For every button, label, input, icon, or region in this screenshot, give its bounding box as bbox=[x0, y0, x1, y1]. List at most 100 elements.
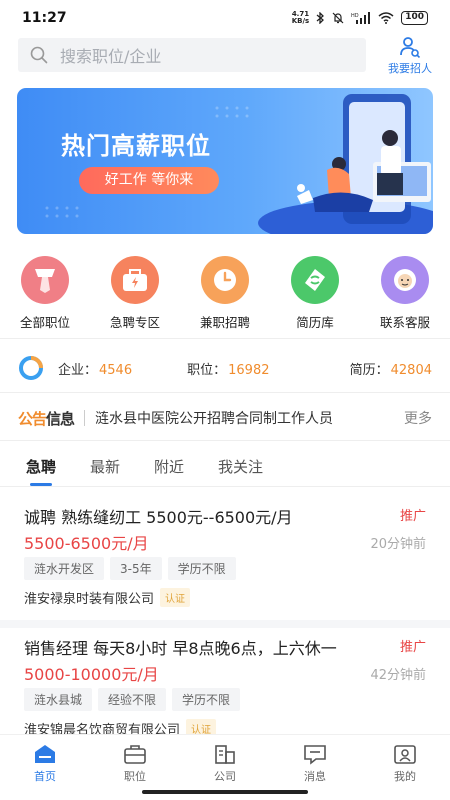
status-icons: 4.71 KB/s HD 100 bbox=[292, 11, 428, 25]
wifi-icon bbox=[378, 12, 394, 24]
nav-jobs[interactable]: 职位 bbox=[90, 735, 180, 784]
job-tags: 涟水县城 经验不限 学历不限 bbox=[24, 688, 241, 711]
quick-part-time[interactable]: 兼职招聘 bbox=[182, 256, 268, 336]
job-tag-location: 涟水县城 bbox=[24, 688, 93, 711]
search-icon bbox=[30, 46, 48, 64]
job-title: 诚聘 熟练缝纫工 5500元--6500元/月 bbox=[24, 508, 293, 527]
post-job-button[interactable]: 我要招人 bbox=[380, 36, 440, 76]
section-divider bbox=[0, 486, 450, 487]
home-indicator[interactable] bbox=[142, 790, 308, 794]
quick-resume-bank[interactable]: 简历库 bbox=[272, 256, 358, 336]
job-salary: 5000-10000元/月 bbox=[24, 665, 159, 684]
notice-badge-part1: 公告 bbox=[18, 409, 47, 428]
net-speed-unit: KB/s bbox=[291, 17, 310, 25]
bluetooth-icon bbox=[316, 12, 325, 24]
promo-banner[interactable]: 热门高薪职位 好工作 等你来 bbox=[17, 88, 433, 234]
stat-jobs: 职位： 16982 bbox=[187, 359, 269, 378]
job-post-time: 20分钟前 bbox=[370, 537, 426, 552]
nav-label: 职位 bbox=[124, 770, 146, 783]
section-divider bbox=[0, 338, 450, 339]
quick-label: 联系客服 bbox=[379, 315, 430, 330]
notice-badge-part2: 信息 bbox=[46, 409, 75, 428]
job-title: 销售经理 每天8小时 早8点晚6点，上六休一 bbox=[24, 639, 337, 658]
nav-label: 消息 bbox=[304, 770, 326, 783]
home-icon bbox=[35, 745, 55, 763]
stat-label: 简历： bbox=[349, 362, 389, 378]
stat-value: 16982 bbox=[228, 362, 270, 378]
job-company: 淮安禄泉时装有限公司 认证 bbox=[24, 588, 191, 607]
job-card[interactable]: 销售经理 每天8小时 早8点晚6点，上六休一 推广 5000-10000元/月 … bbox=[0, 619, 450, 751]
search-placeholder: 搜索职位/企业 bbox=[60, 47, 162, 66]
job-post-time: 42分钟前 bbox=[370, 668, 426, 683]
signal-icon: HD bbox=[351, 12, 371, 24]
quick-label: 简历库 bbox=[296, 315, 334, 330]
stat-resumes: 简历： 42804 bbox=[350, 359, 432, 378]
quick-label: 急聘专区 bbox=[109, 315, 160, 330]
nav-label: 我的 bbox=[394, 770, 416, 783]
nav-label: 公司 bbox=[214, 770, 236, 783]
nav-label: 首页 bbox=[34, 770, 56, 783]
job-tag-experience: 3-5年 bbox=[110, 557, 162, 580]
building-icon bbox=[215, 745, 235, 764]
briefcase-icon bbox=[124, 745, 146, 764]
message-icon bbox=[304, 745, 326, 765]
stat-value: 42804 bbox=[390, 362, 432, 378]
company-name: 淮安禄泉时装有限公司 bbox=[24, 592, 155, 607]
tab-latest[interactable]: 最新 bbox=[90, 456, 120, 477]
quick-all-jobs[interactable]: 全部职位 bbox=[2, 256, 88, 336]
notice-text[interactable]: 涟水县中医院公开招聘合同制工作人员 bbox=[95, 408, 373, 428]
search-input[interactable]: 搜索职位/企业 bbox=[18, 38, 366, 72]
post-job-label: 我要招人 bbox=[388, 62, 432, 75]
promoted-badge: 推广 bbox=[399, 509, 426, 524]
quick-customer-service[interactable]: 联系客服 bbox=[362, 256, 448, 336]
section-divider bbox=[0, 440, 450, 441]
stat-label: 职位： bbox=[187, 362, 227, 378]
notice-more-link[interactable]: 更多 bbox=[404, 408, 432, 428]
tab-urgent[interactable]: 急聘 bbox=[26, 456, 56, 486]
notice-separator bbox=[84, 410, 86, 426]
nav-home[interactable]: 首页 bbox=[0, 735, 90, 784]
job-card[interactable]: 诚聘 熟练缝纫工 5500元--6500元/月 推广 5500-6500元/月 … bbox=[0, 488, 450, 620]
quick-urgent[interactable]: 急聘专区 bbox=[92, 256, 178, 336]
nav-profile[interactable]: 我的 bbox=[360, 735, 450, 784]
nav-messages[interactable]: 消息 bbox=[270, 735, 360, 784]
stats-logo-icon bbox=[19, 356, 43, 380]
banner-subtitle: 好工作 等你来 bbox=[79, 167, 219, 194]
job-salary: 5500-6500元/月 bbox=[24, 534, 149, 553]
bag-icon bbox=[111, 256, 159, 304]
quick-entry-row: 全部职位 急聘专区 兼职招聘 简历库 联系客服 bbox=[0, 256, 450, 336]
banner-illustration bbox=[258, 94, 433, 234]
bottom-nav: 首页 职位 公司 消息 我的 bbox=[0, 734, 450, 784]
stat-label: 企业： bbox=[58, 362, 98, 378]
profile-icon bbox=[394, 745, 416, 764]
tab-following[interactable]: 我关注 bbox=[218, 456, 263, 477]
stat-companies: 企业： 4546 bbox=[58, 359, 132, 378]
svg-text:HD: HD bbox=[351, 13, 359, 19]
job-tags: 涟水开发区 3-5年 学历不限 bbox=[24, 557, 236, 580]
job-tag-location: 涟水开发区 bbox=[24, 557, 105, 580]
notice-bar[interactable]: 公告信息 涟水县中医院公开招聘合同制工作人员 更多 bbox=[0, 398, 450, 438]
network-speed: 4.71 KB/s bbox=[292, 11, 309, 25]
mute-bell-icon bbox=[332, 12, 344, 24]
tie-icon bbox=[21, 256, 69, 304]
nav-companies[interactable]: 公司 bbox=[180, 735, 270, 784]
status-bar: 11:27 4.71 KB/s HD 100 bbox=[0, 0, 450, 36]
job-tag-education: 学历不限 bbox=[167, 557, 236, 580]
stat-value: 4546 bbox=[99, 362, 133, 378]
battery-indicator: 100 bbox=[401, 11, 428, 25]
status-time: 11:27 bbox=[22, 10, 67, 26]
notice-badge: 公告信息 bbox=[18, 408, 75, 429]
header: 搜索职位/企业 我要招人 bbox=[0, 36, 450, 76]
clock-icon bbox=[201, 256, 249, 304]
stats-bar: 企业： 4546 职位： 16982 简历： 42804 bbox=[0, 348, 450, 388]
section-divider bbox=[0, 392, 450, 393]
quick-label: 全部职位 bbox=[19, 315, 70, 330]
job-tabs: 急聘 最新 附近 我关注 bbox=[0, 446, 450, 486]
tab-nearby[interactable]: 附近 bbox=[154, 456, 184, 477]
quick-label: 兼职招聘 bbox=[199, 315, 250, 330]
resume-icon bbox=[291, 256, 339, 304]
verified-badge: 认证 bbox=[160, 588, 191, 607]
promoted-badge: 推广 bbox=[399, 640, 426, 655]
recruit-person-icon bbox=[400, 37, 421, 58]
banner-title: 热门高薪职位 bbox=[61, 132, 211, 160]
